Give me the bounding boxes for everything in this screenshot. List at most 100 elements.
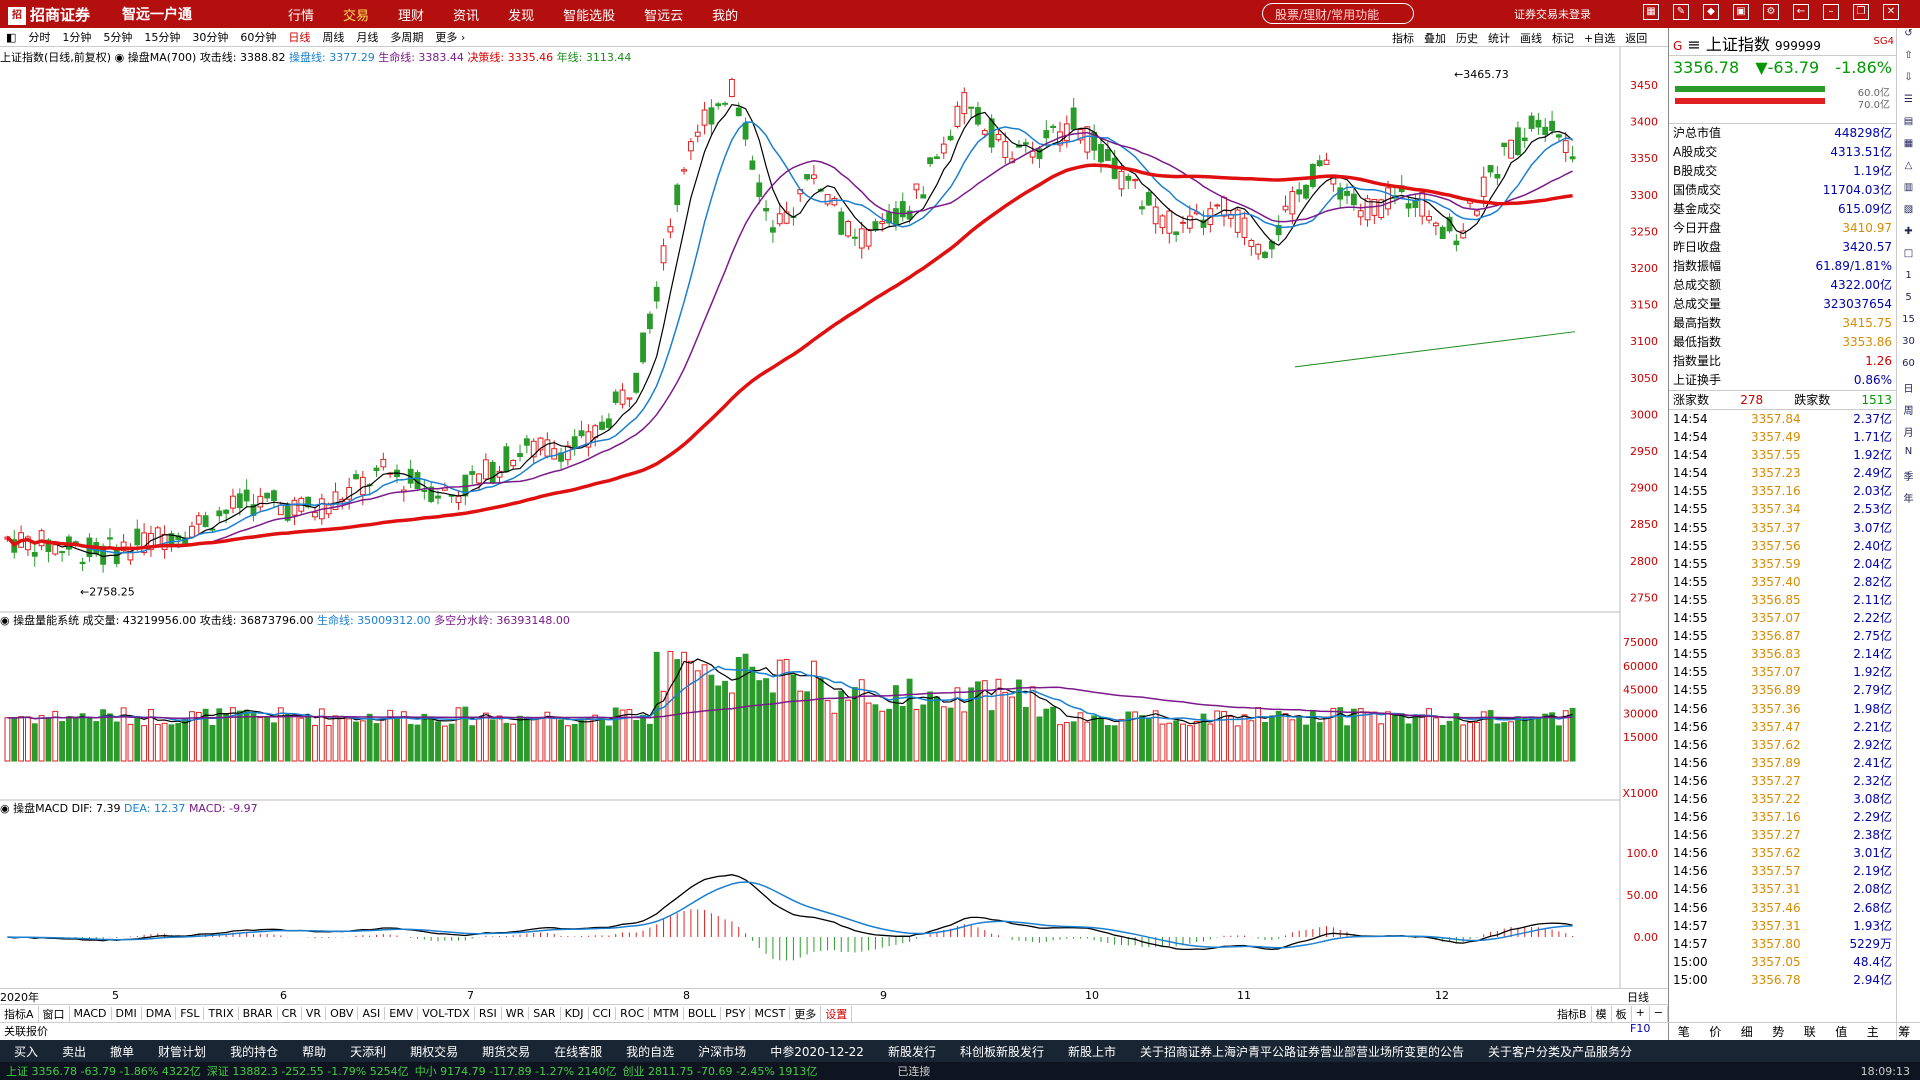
nav-item[interactable]: 智远云 [644,5,683,24]
period-shortcut[interactable]: 30 [1897,336,1920,358]
tool-icon[interactable]: ▤ [1897,116,1920,138]
period-shortcut[interactable]: 季 [1897,468,1920,490]
period-shortcut[interactable]: 年 [1897,490,1920,512]
quote-tab[interactable]: 势 [1763,1023,1795,1039]
bottom-item[interactable]: 我的自选 [626,1043,674,1060]
tool-icon[interactable]: ⇧ [1897,50,1920,72]
indicator-tab[interactable]: FSL [176,1007,205,1020]
bottom-item[interactable]: 撤单 [110,1043,134,1060]
tool-icon[interactable]: ↺ [1897,28,1920,50]
indicator-tab[interactable]: BRAR [239,1007,278,1020]
minimize-icon[interactable]: – [1823,4,1839,20]
indicator-tab[interactable]: VOL-TDX [418,1007,475,1020]
period-shortcut[interactable]: N [1897,446,1920,468]
nav-item[interactable]: 交易 [343,5,369,24]
indicator-tab[interactable]: DMI [112,1007,142,1020]
bottom-item[interactable]: 天添利 [350,1043,386,1060]
close-icon[interactable]: ✕ [1883,4,1899,20]
toolbar-button[interactable]: 叠加 [1424,30,1446,46]
quote-tab[interactable]: 主 [1857,1023,1889,1039]
indicator-tab[interactable]: MTM [649,1007,684,1020]
bottom-item[interactable]: 帮助 [302,1043,326,1060]
quote-tab[interactable]: 值 [1826,1023,1858,1039]
bottom-item[interactable]: 卖出 [62,1043,86,1060]
indicator-right-button[interactable]: 指标B [1553,1005,1592,1022]
period-shortcut[interactable]: 5 [1897,292,1920,314]
related-quotes[interactable]: 关联报价 [0,1022,1668,1039]
eye-icon[interactable]: ◉ [0,802,10,815]
indicator-tab[interactable]: BOLL [684,1007,722,1020]
toolbar-button[interactable]: 画线 [1520,30,1542,46]
indicator-tab[interactable]: EMV [385,1007,419,1020]
nav-item[interactable]: 发现 [508,5,534,24]
bottom-item[interactable]: 新股发行 [888,1043,936,1060]
panel-toggle-icon[interactable]: ◧ [6,31,16,44]
period-shortcut[interactable]: 60 [1897,358,1920,380]
package-icon[interactable]: ◆ [1703,4,1719,20]
back-icon[interactable]: ← [1793,4,1809,20]
restore-icon[interactable]: ❐ [1853,4,1869,20]
login-status[interactable]: 证券交易未登录 [1514,6,1591,22]
indicator-tab[interactable]: DMA [142,1007,177,1020]
toolbar-button[interactable]: 统计 [1488,30,1510,46]
tool-icon[interactable]: ▦ [1897,138,1920,160]
toolbar-button[interactable]: 返回 [1625,30,1647,46]
nav-item[interactable]: 资讯 [453,5,479,24]
tool-icon[interactable]: ✚ [1897,226,1920,248]
bottom-item[interactable]: 在线客服 [554,1043,602,1060]
period-shortcut[interactable]: 15 [1897,314,1920,336]
nav-item[interactable]: 智能选股 [563,5,615,24]
bottom-item[interactable]: 买入 [14,1043,38,1060]
bottom-item[interactable]: 新股上市 [1068,1043,1116,1060]
bottom-item[interactable]: 财管计划 [158,1043,206,1060]
gear-icon[interactable]: ⚙ [1763,4,1779,20]
quote-tab[interactable]: 价 [1700,1023,1732,1039]
indicator-tab[interactable]: ASI [358,1007,386,1020]
indicator-right-button[interactable]: + [1632,1005,1650,1022]
quote-tab[interactable]: 笔 [1668,1023,1700,1039]
indicator-tab[interactable]: 更多 [790,1005,822,1022]
f10-link[interactable]: F10 [1630,1022,1650,1035]
indicator-tab[interactable]: WR [502,1007,530,1020]
bottom-item[interactable]: 期货交易 [482,1043,530,1060]
indicator-right-button[interactable]: 模 [1592,1005,1612,1022]
indicator-tab[interactable]: PSY [721,1007,751,1020]
quote-tab[interactable]: 联 [1794,1023,1826,1039]
quote-tab[interactable]: 筹 [1889,1023,1920,1039]
eye-icon[interactable]: ◉ [115,51,125,64]
indicator-tab[interactable]: RSI [475,1007,502,1020]
chart-area[interactable]: 3450 3400 3350 3300 3250 3200 3150 3100 3050 3000… [0,47,1668,988]
period-tab[interactable]: 60分钟 [240,29,276,45]
tool-icon[interactable]: ▥ [1897,182,1920,204]
period-shortcut[interactable]: 周 [1897,402,1920,424]
period-tab[interactable]: 多周期 [390,29,423,45]
indicator-tab[interactable]: 指标A [0,1005,39,1022]
period-shortcut[interactable]: 1 [1897,270,1920,292]
indicator-tab[interactable]: MACD [70,1007,112,1020]
indicator-tab[interactable]: MCST [750,1007,791,1020]
toolbar-button[interactable]: +自选 [1584,30,1615,46]
period-tab[interactable]: 日线 [288,29,310,45]
period-tab[interactable]: 分时 [28,29,50,45]
tool-icon[interactable]: ☰ [1897,94,1920,116]
bottom-item[interactable]: 期权交易 [410,1043,458,1060]
quote-tab[interactable]: 细 [1731,1023,1763,1039]
menu-icon[interactable]: ≡ [1687,35,1700,54]
indicator-tab[interactable]: CR [278,1007,302,1020]
tool-icon[interactable]: ⇩ [1897,72,1920,94]
calendar-icon[interactable]: ▦ [1643,4,1659,20]
tool-icon[interactable]: △ [1897,160,1920,182]
indicator-tab[interactable]: ROC [616,1007,650,1020]
indicator-tab[interactable]: VR [302,1007,327,1020]
toolbar-button[interactable]: 指标 [1392,30,1414,46]
period-tab[interactable]: 5分钟 [103,29,132,45]
bottom-item[interactable]: 科创板新股发行 [960,1043,1044,1060]
toolbar-button[interactable]: 标记 [1552,30,1574,46]
indicator-right-button[interactable]: − [1650,1005,1668,1022]
period-tab[interactable]: 月线 [356,29,378,45]
bottom-item[interactable]: 关于客户分类及产品服务分 [1488,1043,1632,1060]
nav-item[interactable]: 理财 [398,5,424,24]
indicator-tab[interactable]: KDJ [561,1007,589,1020]
indicator-tab[interactable]: 窗口 [39,1005,70,1022]
period-tab[interactable]: 1分钟 [62,29,91,45]
